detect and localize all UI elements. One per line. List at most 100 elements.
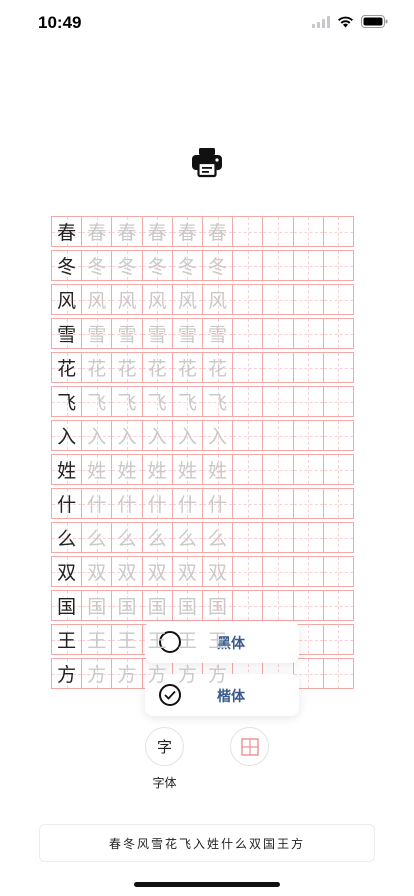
empty-practice-cell <box>262 284 294 315</box>
grid-character: 春 <box>57 222 77 244</box>
grid-character: 风 <box>208 290 228 312</box>
model-character-cell: 国 <box>51 590 83 621</box>
grid-character: 雪 <box>208 324 228 346</box>
grid-character: 姓 <box>208 460 228 482</box>
grid-character: 花 <box>208 358 228 380</box>
grid-character: 入 <box>87 426 107 448</box>
grid-character: 姓 <box>87 460 107 482</box>
grid-character: 姓 <box>57 460 77 482</box>
status-bar: 10:49 <box>0 0 414 46</box>
font-button[interactable]: 字 <box>145 727 184 766</box>
trace-character-cell: 么 <box>201 522 234 553</box>
empty-practice-cell <box>232 352 264 383</box>
grid-character: 双 <box>208 562 228 584</box>
grid-character: 春 <box>208 222 228 244</box>
trace-character-cell: 入 <box>171 420 203 451</box>
trace-character-cell: 么 <box>171 522 203 553</box>
status-time: 10:49 <box>38 13 82 32</box>
grid-character: 王 <box>57 630 77 652</box>
grid-character: 雪 <box>57 324 77 346</box>
empty-practice-cell <box>322 250 354 281</box>
trace-character-cell: 王 <box>141 624 173 655</box>
empty-practice-cell <box>262 352 294 383</box>
trace-character-cell: 国 <box>81 590 113 621</box>
grid-character: 方 <box>57 664 77 686</box>
grid-character: 王 <box>177 630 197 652</box>
empty-practice-cell <box>322 590 354 621</box>
trace-character-cell: 什 <box>111 488 143 519</box>
trace-character-cell: 国 <box>141 590 173 621</box>
cellular-signal-icon <box>312 15 330 28</box>
grid-row: 方方方方方方 <box>51 658 363 689</box>
grid-character: 王 <box>147 630 167 652</box>
grid-row: 双双双双双双 <box>51 556 363 587</box>
grid-row: 冬冬冬冬冬冬 <box>51 250 363 281</box>
wifi-icon <box>338 16 353 27</box>
trace-character-cell: 什 <box>81 488 113 519</box>
grid-character: 国 <box>57 596 77 618</box>
trace-character-cell: 风 <box>171 284 203 315</box>
trace-character-cell: 花 <box>201 352 234 383</box>
grid-character: 方 <box>177 664 197 686</box>
grid-row: 什什什什什什 <box>51 488 363 519</box>
trace-character-cell: 双 <box>201 556 234 587</box>
trace-character-cell: 冬 <box>171 250 203 281</box>
empty-practice-cell <box>292 488 324 519</box>
trace-character-cell: 方 <box>81 658 113 689</box>
grid-character: 风 <box>57 290 77 312</box>
grid-character: 风 <box>117 290 137 312</box>
model-character-cell: 方 <box>51 658 83 689</box>
grid-character: 花 <box>57 358 77 380</box>
trace-character-cell: 姓 <box>111 454 143 485</box>
grid-character: 入 <box>208 426 228 448</box>
grid-style-button[interactable] <box>230 727 269 766</box>
empty-practice-cell <box>232 590 264 621</box>
trace-character-cell: 花 <box>111 352 143 383</box>
model-character-cell: 姓 <box>51 454 83 485</box>
trace-character-cell: 冬 <box>141 250 173 281</box>
grid-character: 双 <box>87 562 107 584</box>
trace-character-cell: 花 <box>141 352 173 383</box>
grid-character: 姓 <box>147 460 167 482</box>
empty-practice-cell <box>262 590 294 621</box>
trace-character-cell: 雪 <box>111 318 143 349</box>
empty-practice-cell <box>262 250 294 281</box>
empty-practice-cell <box>232 522 264 553</box>
print-button[interactable] <box>188 143 226 181</box>
empty-practice-cell <box>262 318 294 349</box>
grid-row: 春春春春春春 <box>51 216 363 247</box>
model-character-cell: 花 <box>51 352 83 383</box>
empty-practice-cell <box>292 522 324 553</box>
grid-icon <box>240 737 259 756</box>
model-character-cell: 王 <box>51 624 83 655</box>
trace-character-cell: 飞 <box>111 386 143 417</box>
grid-character: 方 <box>87 664 107 686</box>
trace-character-cell: 风 <box>141 284 173 315</box>
grid-character: 冬 <box>57 256 77 278</box>
empty-practice-cell <box>232 420 264 451</box>
model-character-cell: 春 <box>51 216 83 247</box>
grid-character: 双 <box>57 562 77 584</box>
grid-character: 风 <box>147 290 167 312</box>
empty-practice-cell <box>232 556 264 587</box>
grid-row: 国国国国国国 <box>51 590 363 621</box>
characters-input[interactable]: 春冬风雪花飞入姓什么双国王方 <box>39 824 375 862</box>
trace-character-cell: 王 <box>171 624 203 655</box>
grid-character: 么 <box>87 528 107 550</box>
empty-practice-cell <box>232 250 264 281</box>
trace-character-cell: 春 <box>141 216 173 247</box>
empty-practice-cell <box>292 250 324 281</box>
trace-character-cell: 么 <box>141 522 173 553</box>
empty-practice-cell <box>322 216 354 247</box>
grid-character: 么 <box>208 528 228 550</box>
battery-icon <box>361 15 388 28</box>
trace-character-cell: 雪 <box>141 318 173 349</box>
trace-character-cell: 入 <box>111 420 143 451</box>
grid-character: 方 <box>117 664 137 686</box>
model-character-cell: 冬 <box>51 250 83 281</box>
grid-character: 春 <box>87 222 107 244</box>
trace-character-cell: 方 <box>141 658 173 689</box>
trace-character-cell: 姓 <box>81 454 113 485</box>
empty-practice-cell <box>232 284 264 315</box>
trace-character-cell: 冬 <box>81 250 113 281</box>
